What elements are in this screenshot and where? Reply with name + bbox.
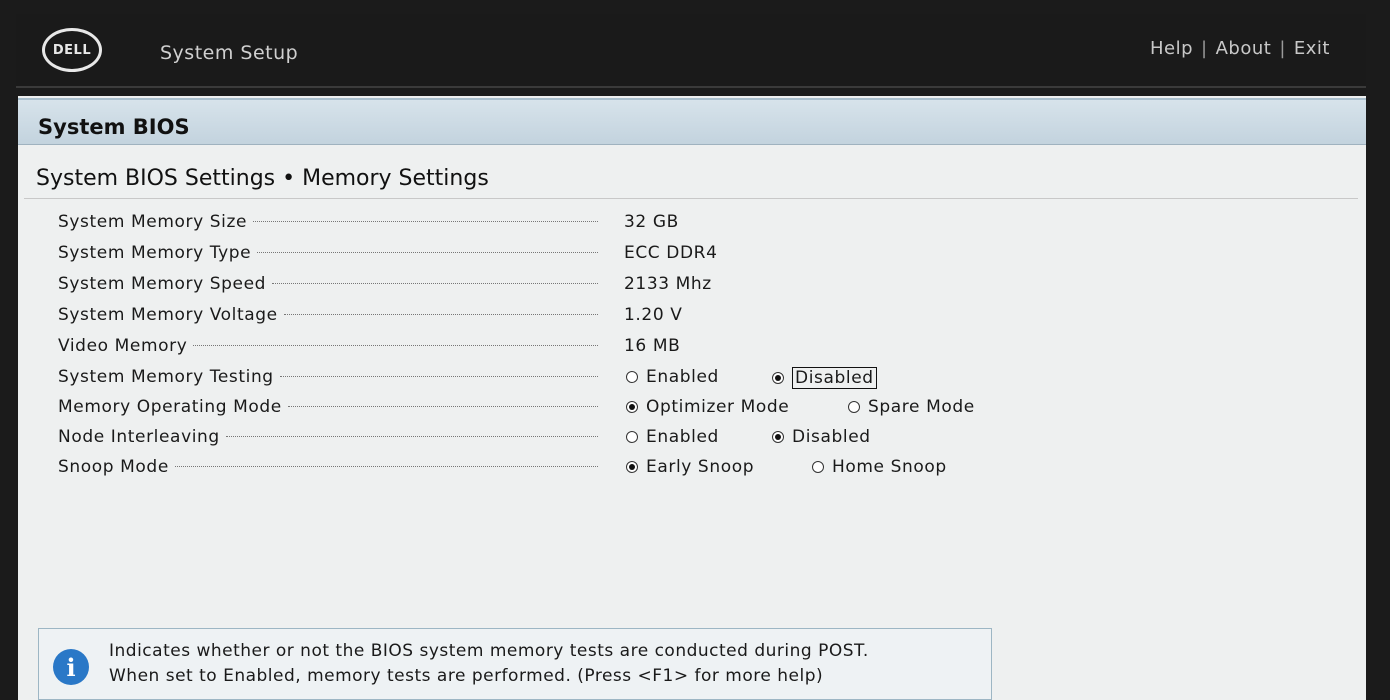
page-title: System BIOS Settings • Memory Settings <box>36 166 489 191</box>
leader-dots <box>257 251 598 253</box>
setting-label-text: Video Memory <box>58 336 188 356</box>
radio-button[interactable] <box>626 431 638 443</box>
radio-button-selected[interactable] <box>626 461 638 473</box>
setting-row-memory-size: System Memory Size 32 GB <box>58 212 1308 240</box>
app-title: System Setup <box>160 42 299 64</box>
dell-logo: DELL <box>42 28 102 72</box>
setting-value: 2133 Mhz <box>624 274 712 294</box>
leader-dots <box>272 282 598 284</box>
setting-label: Node Interleaving <box>58 427 598 447</box>
top-bar: DELL System Setup Help | About | Exit <box>16 14 1366 88</box>
setting-label: System Memory Size <box>58 212 598 232</box>
radio-option[interactable]: Enabled <box>626 427 719 447</box>
separator: | <box>1279 38 1286 59</box>
setting-label: Memory Operating Mode <box>58 397 598 417</box>
leader-dots <box>253 220 598 222</box>
help-text: Indicates whether or not the BIOS system… <box>109 639 979 689</box>
top-links: Help | About | Exit <box>1150 38 1330 59</box>
setting-label-text: System Memory Voltage <box>58 305 278 325</box>
radio-label: Home Snoop <box>832 457 947 477</box>
setting-row-memory-operating-mode: Memory Operating Mode Optimizer Mode Spa… <box>58 397 1308 425</box>
radio-button-selected[interactable] <box>626 401 638 413</box>
help-line: When set to Enabled, memory tests are pe… <box>109 666 824 686</box>
radio-option[interactable]: Disabled <box>772 427 871 447</box>
setting-label: System Memory Type <box>58 243 598 263</box>
setting-row-node-interleaving: Node Interleaving Enabled Disabled <box>58 427 1308 455</box>
leader-dots <box>283 313 598 315</box>
radio-option[interactable]: Early Snoop <box>626 457 754 477</box>
main-panel: System BIOS System BIOS Settings • Memor… <box>18 96 1366 700</box>
exit-link[interactable]: Exit <box>1294 38 1330 59</box>
setting-row-video-memory: Video Memory 16 MB <box>58 336 1308 364</box>
help-line: Indicates whether or not the BIOS system… <box>109 641 869 661</box>
setting-row-memory-type: System Memory Type ECC DDR4 <box>58 243 1308 271</box>
radio-label: Enabled <box>646 427 719 447</box>
radio-button-selected[interactable] <box>772 372 784 384</box>
setting-label-text: System Memory Size <box>58 212 248 232</box>
radio-button-selected[interactable] <box>772 431 784 443</box>
setting-label: System Memory Voltage <box>58 305 598 325</box>
setting-label: Video Memory <box>58 336 598 356</box>
setting-value: ECC DDR4 <box>624 243 718 263</box>
radio-button[interactable] <box>626 371 638 383</box>
setting-row-memory-testing: System Memory Testing Enabled Disabled <box>58 367 1308 395</box>
radio-option[interactable]: Disabled <box>772 367 877 389</box>
separator: | <box>1201 38 1208 59</box>
leader-dots <box>174 465 598 467</box>
section-title: System BIOS <box>38 115 190 139</box>
help-info-box: i Indicates whether or not the BIOS syst… <box>38 628 992 700</box>
radio-label: Optimizer Mode <box>646 397 790 417</box>
setting-row-memory-voltage: System Memory Voltage 1.20 V <box>58 305 1308 333</box>
help-link[interactable]: Help <box>1150 38 1193 59</box>
radio-button[interactable] <box>812 461 824 473</box>
setting-row-memory-speed: System Memory Speed 2133 Mhz <box>58 274 1308 302</box>
setting-label-text: Memory Operating Mode <box>58 397 282 417</box>
setting-label: System Memory Speed <box>58 274 598 294</box>
setting-label-text: System Memory Testing <box>58 367 274 387</box>
leader-dots <box>287 405 598 407</box>
leader-dots <box>225 435 598 437</box>
radio-label: Disabled <box>792 427 871 447</box>
radio-option[interactable]: Enabled <box>626 367 719 387</box>
radio-option[interactable]: Spare Mode <box>848 397 975 417</box>
setting-label-text: System Memory Type <box>58 243 252 263</box>
setting-label: Snoop Mode <box>58 457 598 477</box>
setting-value: 16 MB <box>624 336 681 356</box>
about-link[interactable]: About <box>1216 38 1272 59</box>
setting-label: System Memory Testing <box>58 367 598 387</box>
radio-label: Spare Mode <box>868 397 975 417</box>
setting-row-snoop-mode: Snoop Mode Early Snoop Home Snoop <box>58 457 1308 485</box>
radio-label-focused: Disabled <box>792 367 877 389</box>
section-header: System BIOS <box>18 98 1366 145</box>
setting-value: 1.20 V <box>624 305 683 325</box>
leader-dots <box>193 344 598 346</box>
radio-button[interactable] <box>848 401 860 413</box>
divider <box>24 198 1358 199</box>
radio-option[interactable]: Optimizer Mode <box>626 397 789 417</box>
setting-label-text: System Memory Speed <box>58 274 267 294</box>
radio-label: Early Snoop <box>646 457 755 477</box>
setting-label-text: Snoop Mode <box>58 457 169 477</box>
setting-value: 32 GB <box>624 212 679 232</box>
leader-dots <box>279 375 598 377</box>
info-icon: i <box>53 649 89 685</box>
setting-label-text: Node Interleaving <box>58 427 220 447</box>
radio-option[interactable]: Home Snoop <box>812 457 947 477</box>
radio-label: Enabled <box>646 367 719 387</box>
